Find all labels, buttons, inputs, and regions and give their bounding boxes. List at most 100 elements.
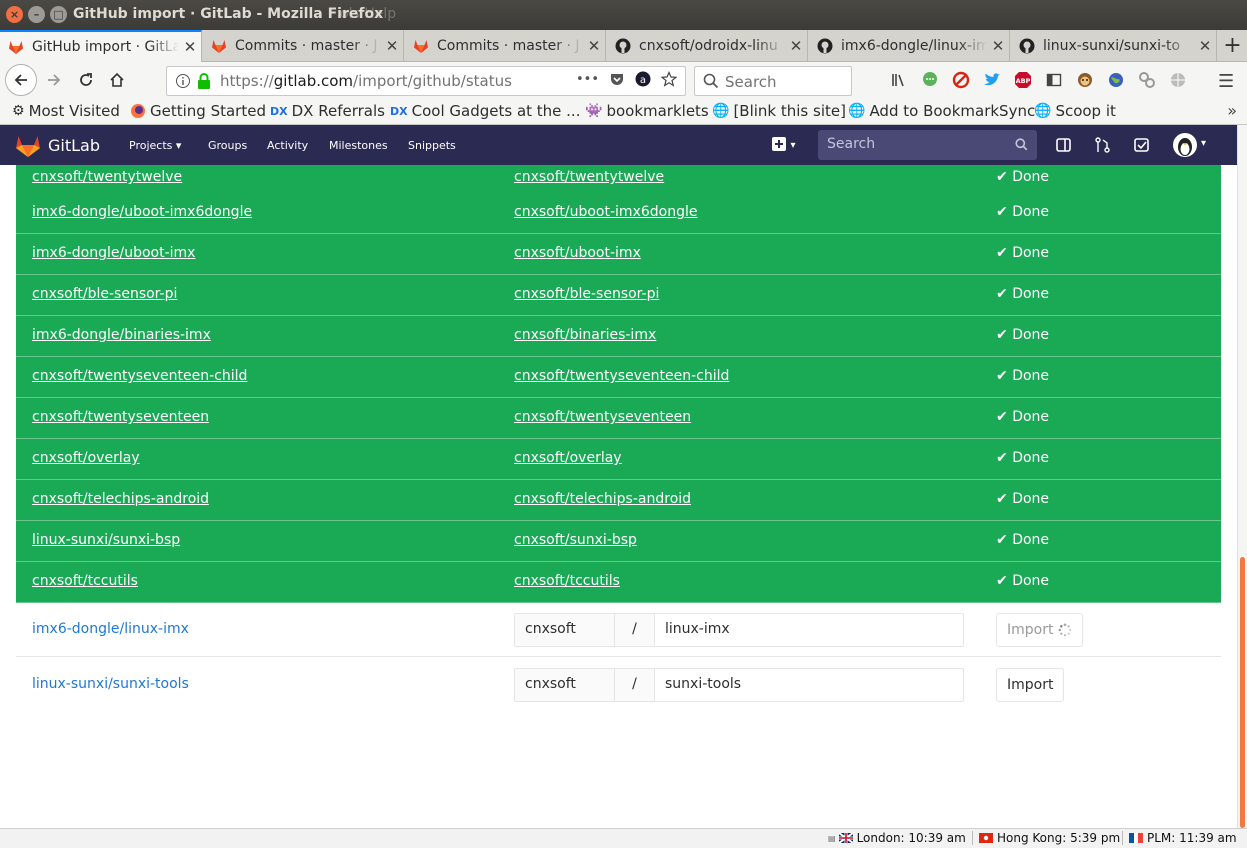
tab-commits-1[interactable]: Commits · master · J ✕ (203, 30, 404, 62)
lock-icon[interactable] (197, 73, 211, 89)
namespace-select[interactable]: cnxsoft (515, 614, 615, 646)
target-project-link[interactable]: cnxsoft/ble-sensor-pi (514, 286, 659, 302)
sidebar-icon[interactable] (1045, 71, 1063, 89)
tab-github-import[interactable]: GitHub import · GitLab ✕ (0, 30, 202, 62)
library-icon[interactable] (890, 71, 908, 89)
bookmarks-overflow-chevron-icon[interactable]: » (1227, 101, 1237, 120)
bookmark-blink-this-site[interactable]: 🌐 [Blink this site] (712, 102, 846, 120)
chevron-down-icon[interactable]: ▾ (1201, 138, 1206, 149)
new-tab-button[interactable]: + (1218, 30, 1247, 62)
nav-projects[interactable]: Projects ▾ (129, 139, 181, 152)
tab-sunxi-tools[interactable]: linux-sunxi/sunxi-to ✕ (1011, 30, 1217, 62)
amazon-assistant-icon[interactable]: a (635, 71, 651, 87)
tab-commits-2[interactable]: Commits · master · J ✕ (405, 30, 606, 62)
browser-search-input[interactable]: Search (694, 66, 852, 96)
project-name-input[interactable]: sunxi-tools (655, 669, 963, 701)
tab-imx6-dongle[interactable]: imx6-dongle/linux-im ✕ (809, 30, 1010, 62)
forward-arrow-icon (48, 74, 61, 86)
forward-button[interactable] (40, 66, 68, 94)
bookmark-dx-referrals[interactable]: DX DX Referrals (270, 102, 385, 120)
url-text[interactable]: https://gitlab.com/import/github/status (220, 72, 512, 90)
gitlab-search-input[interactable]: Search (818, 130, 1037, 160)
source-repo-link[interactable]: imx6-dongle/binaries-imx (32, 327, 211, 343)
new-item-plus-icon[interactable]: ▾ (772, 137, 795, 155)
tab-close-icon[interactable]: ✕ (1194, 37, 1216, 55)
world-extension-icon[interactable] (1169, 71, 1187, 89)
table-row: cnxsoft/twentyseventeen cnxsoft/twentyse… (16, 398, 1221, 439)
source-repo-link[interactable]: cnxsoft/twentyseventeen (32, 409, 209, 425)
tab-odroidx[interactable]: cnxsoft/odroidx-linu ✕ (607, 30, 808, 62)
target-project-link[interactable]: cnxsoft/overlay (514, 450, 622, 466)
source-repo-link[interactable]: linux-sunxi/sunxi-tools (32, 676, 189, 692)
namespace-select[interactable]: cnxsoft (515, 669, 615, 701)
source-repo-link[interactable]: imx6-dongle/uboot-imx (32, 245, 195, 261)
project-name-input[interactable]: linux-imx (655, 614, 963, 646)
vertical-scrollbar[interactable] (1237, 125, 1247, 828)
nav-snippets[interactable]: Snippets (408, 139, 456, 152)
page-actions-icon[interactable]: ••• (576, 72, 599, 87)
twitter-icon[interactable] (983, 71, 1001, 89)
target-project-link[interactable]: cnxsoft/tccutils (514, 573, 620, 589)
bookmark-getting-started[interactable]: Getting Started (130, 102, 266, 120)
user-avatar[interactable] (1173, 133, 1197, 157)
target-project-link[interactable]: cnxsoft/twentyseventeen-child (514, 368, 729, 384)
window-maximize-button[interactable]: □ (50, 6, 67, 23)
source-repo-link[interactable]: linux-sunxi/sunxi-bsp (32, 532, 180, 548)
info-icon[interactable] (175, 73, 191, 89)
clock-hong-kong: Hong Kong: 5:39 pm (972, 831, 1120, 845)
reload-button[interactable] (72, 66, 100, 94)
source-repo-link[interactable]: cnxsoft/ble-sensor-pi (32, 286, 177, 302)
block-icon[interactable] (952, 71, 970, 89)
target-project-link[interactable]: cnxsoft/binaries-imx (514, 327, 656, 343)
window-close-button[interactable]: × (6, 6, 23, 23)
bookmark-cool-gadgets[interactable]: DX Cool Gadgets at the ... (390, 102, 580, 120)
scrollbar-thumb[interactable] (1240, 557, 1245, 828)
todo-sidebar-icon[interactable] (1056, 137, 1071, 153)
gitlab-brand-name[interactable]: GitLab (48, 136, 100, 155)
search-icon (1015, 138, 1028, 151)
source-repo-link[interactable]: cnxsoft/twentytwelve (32, 169, 182, 185)
tab-close-icon[interactable]: ✕ (179, 38, 201, 56)
source-repo-link[interactable]: imx6-dongle/linux-imx (32, 621, 189, 637)
pocket-icon[interactable] (609, 71, 625, 87)
target-project-link[interactable]: cnxsoft/sunxi-bsp (514, 532, 637, 548)
bookmark-bookmarklets[interactable]: 👾 bookmarklets (585, 102, 709, 120)
menu-hamburger-icon[interactable]: ☰ (1218, 71, 1234, 92)
url-bar[interactable]: https://gitlab.com/import/github/status … (166, 66, 686, 96)
merge-request-icon[interactable] (1095, 137, 1110, 153)
target-project-link[interactable]: cnxsoft/uboot-imx6dongle (514, 204, 697, 220)
home-button[interactable] (103, 66, 131, 94)
nav-activity[interactable]: Activity (267, 139, 308, 152)
source-repo-link[interactable]: imx6-dongle/uboot-imx6dongle (32, 204, 252, 220)
import-button[interactable]: Import (996, 613, 1084, 647)
import-button[interactable]: Import (996, 668, 1065, 702)
bookmark-most-visited[interactable]: ⚙ Most Visited (12, 102, 120, 120)
target-project-link[interactable]: cnxsoft/twentyseventeen (514, 409, 691, 425)
nav-groups[interactable]: Groups (208, 139, 247, 152)
source-repo-link[interactable]: cnxsoft/tccutils (32, 573, 138, 589)
check-icon: ✔ (996, 532, 1008, 548)
tab-close-icon[interactable]: ✕ (381, 37, 403, 55)
todos-check-icon[interactable] (1134, 137, 1149, 153)
gitlab-logo-icon[interactable] (15, 134, 41, 158)
source-repo-link[interactable]: cnxsoft/overlay (32, 450, 140, 466)
bookmark-add-to-bookmarksync[interactable]: 🌐 Add to BookmarkSync (848, 102, 1035, 120)
link-extension-icon[interactable] (1138, 71, 1156, 89)
target-project-link[interactable]: cnxsoft/telechips-android (514, 491, 691, 507)
tab-close-icon[interactable]: ✕ (987, 37, 1009, 55)
window-minimize-button[interactable]: – (28, 6, 45, 23)
adblock-plus-icon[interactable]: ABP (1014, 71, 1032, 89)
nav-milestones[interactable]: Milestones (329, 139, 388, 152)
tab-close-icon[interactable]: ✕ (583, 37, 605, 55)
globe-extension-icon[interactable] (1107, 71, 1125, 89)
tab-close-icon[interactable]: ✕ (785, 37, 807, 55)
target-project-link[interactable]: cnxsoft/uboot-imx (514, 245, 641, 261)
target-project-link[interactable]: cnxsoft/twentytwelve (514, 169, 664, 185)
source-repo-link[interactable]: cnxsoft/telechips-android (32, 491, 209, 507)
source-repo-link[interactable]: cnxsoft/twentyseventeen-child (32, 368, 247, 384)
monkey-icon[interactable] (1076, 71, 1094, 89)
back-button[interactable] (5, 64, 37, 96)
chat-bubble-icon[interactable] (921, 71, 939, 89)
bookmark-star-icon[interactable] (661, 71, 677, 87)
bookmark-scoop-it[interactable]: 🌐 Scoop it (1034, 102, 1116, 120)
